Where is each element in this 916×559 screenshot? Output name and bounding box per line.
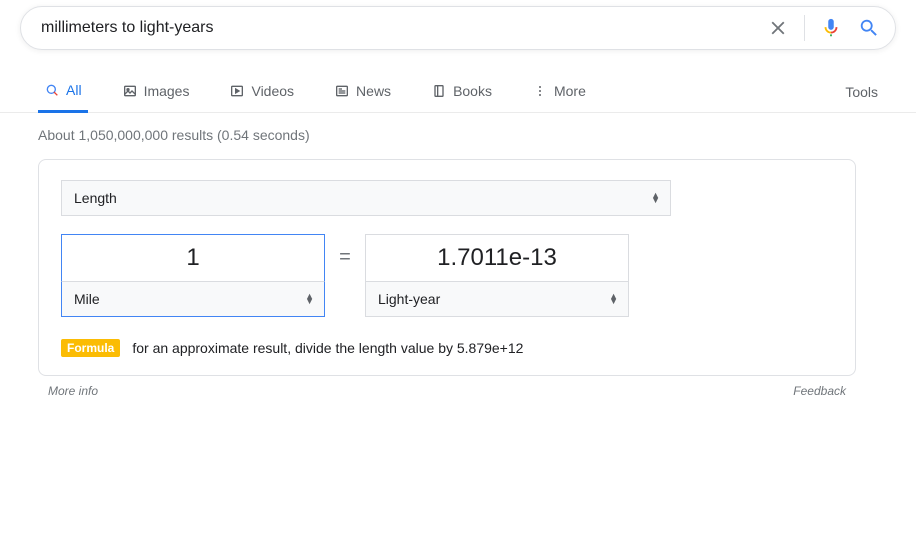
equals-sign: =: [325, 234, 365, 269]
tab-label: More: [554, 83, 586, 99]
from-value-input[interactable]: [61, 234, 325, 282]
from-unit-label: Mile: [74, 291, 100, 307]
category-label: Length: [74, 190, 117, 206]
tab-news[interactable]: News: [328, 73, 397, 111]
tabs-bar: All Images Videos News Books More Tools: [0, 72, 916, 113]
separator: [804, 15, 805, 41]
chevron-updown-icon: ▲▼: [305, 294, 314, 304]
tab-more[interactable]: More: [526, 73, 592, 111]
to-value-input[interactable]: [365, 234, 629, 282]
category-select[interactable]: Length ▲▼: [61, 180, 671, 216]
tab-images[interactable]: Images: [116, 73, 196, 111]
clear-icon[interactable]: [766, 16, 790, 40]
formula-row: Formula for an approximate result, divid…: [61, 339, 833, 357]
card-footer: More info Feedback: [38, 382, 856, 400]
to-column: Light-year ▲▼: [365, 234, 629, 317]
to-unit-select[interactable]: Light-year ▲▼: [365, 281, 629, 317]
mic-icon[interactable]: [819, 16, 843, 40]
tab-books[interactable]: Books: [425, 73, 498, 111]
tab-all[interactable]: All: [38, 72, 88, 113]
tab-videos[interactable]: Videos: [223, 73, 300, 111]
more-info-link[interactable]: More info: [48, 384, 98, 398]
formula-badge: Formula: [61, 339, 120, 357]
feedback-link[interactable]: Feedback: [793, 384, 846, 398]
tab-label: News: [356, 83, 391, 99]
from-unit-select[interactable]: Mile ▲▼: [61, 281, 325, 317]
search-input[interactable]: [41, 19, 766, 37]
tab-label: All: [66, 82, 82, 98]
from-column: Mile ▲▼: [61, 234, 325, 317]
to-unit-label: Light-year: [378, 291, 440, 307]
chevron-updown-icon: ▲▼: [651, 193, 660, 203]
tab-label: Books: [453, 83, 492, 99]
unit-converter-card: Length ▲▼ Mile ▲▼ = Light-year ▲▼ Formul…: [38, 159, 856, 376]
search-bar: [20, 6, 896, 50]
tools-button[interactable]: Tools: [845, 74, 878, 110]
search-icon[interactable]: [857, 16, 881, 40]
result-stats: About 1,050,000,000 results (0.54 second…: [38, 127, 916, 143]
formula-text: for an approximate result, divide the le…: [132, 340, 523, 356]
tab-label: Images: [144, 83, 190, 99]
chevron-updown-icon: ▲▼: [609, 294, 618, 304]
tab-label: Videos: [251, 83, 294, 99]
